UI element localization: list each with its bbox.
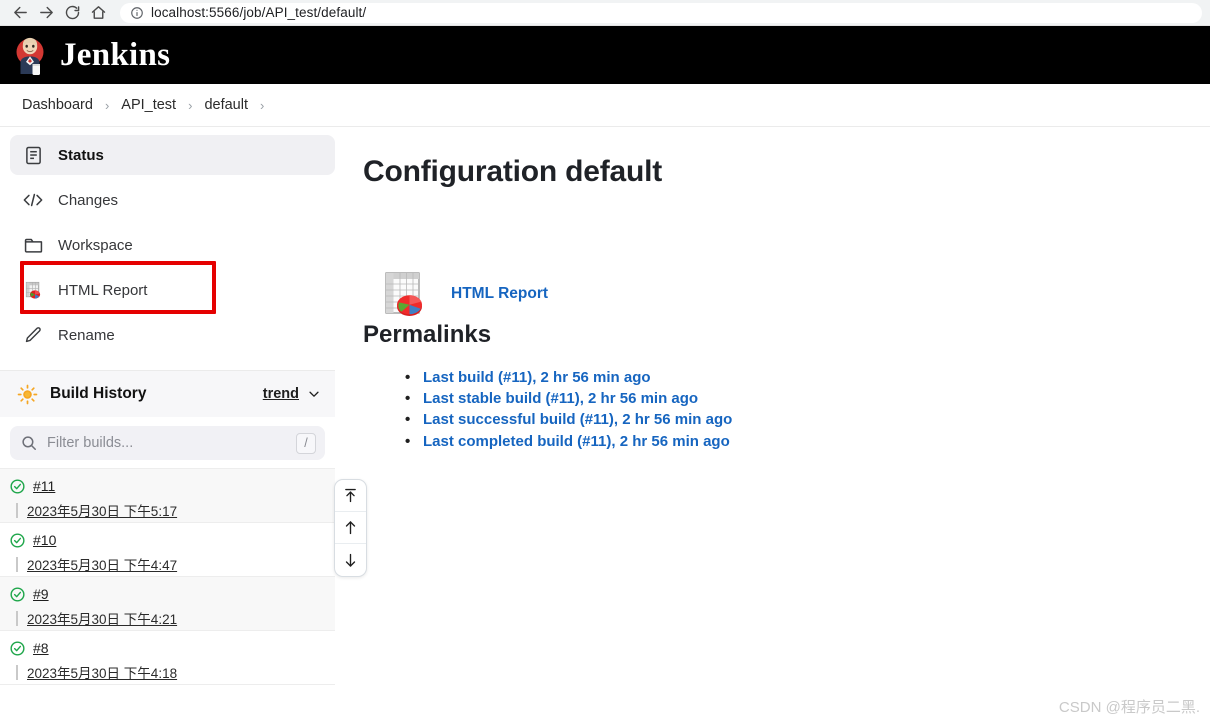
build-filter-wrap: Filter builds... / bbox=[0, 417, 335, 468]
sidebar-task-list: Status Changes Workspace HTML Report Ren… bbox=[0, 127, 335, 364]
build-date-link[interactable]: 2023年5月30日 下午5:17 bbox=[27, 500, 177, 520]
build-number-link[interactable]: #8 bbox=[33, 640, 49, 656]
forward-icon[interactable] bbox=[34, 2, 58, 24]
permalinks-heading: Permalinks bbox=[363, 321, 492, 348]
permalink-link[interactable]: Last completed build (#11), 2 hr 56 min … bbox=[423, 433, 730, 450]
build-date-link[interactable]: 2023年5月30日 下午4:21 bbox=[27, 608, 177, 628]
sidebar-item-workspace[interactable]: Workspace bbox=[10, 225, 335, 265]
build-row[interactable]: #8 2023年5月30日 下午4:18 bbox=[0, 631, 335, 685]
build-tick bbox=[16, 610, 18, 626]
build-tick bbox=[16, 502, 18, 518]
build-number-link[interactable]: #10 bbox=[33, 532, 56, 548]
sidebar: Status Changes Workspace HTML Report Ren… bbox=[0, 127, 367, 726]
html-report-block: HTML Report bbox=[383, 271, 1210, 317]
sidebar-item-label: HTML Report bbox=[58, 281, 148, 299]
breadcrumb-separator-icon: › bbox=[104, 97, 110, 113]
permalink-link[interactable]: Last successful build (#11), 2 hr 56 min… bbox=[423, 411, 732, 428]
build-filter-placeholder: Filter builds... bbox=[47, 435, 134, 451]
build-row[interactable]: #10 2023年5月30日 下午4:47 bbox=[0, 523, 335, 577]
page-title: Configuration default bbox=[363, 155, 663, 188]
permalink-item[interactable]: Last successful build (#11), 2 hr 56 min… bbox=[405, 409, 1210, 430]
build-history-title: Build History bbox=[50, 385, 147, 402]
sidebar-item-changes[interactable]: Changes bbox=[10, 180, 335, 220]
jenkins-logo-icon[interactable] bbox=[12, 35, 48, 75]
build-date-link[interactable]: 2023年5月30日 下午4:47 bbox=[27, 554, 177, 574]
permalink-item[interactable]: Last stable build (#11), 2 hr 56 min ago bbox=[405, 388, 1210, 409]
scroll-up-button[interactable] bbox=[335, 512, 366, 544]
permalink-item[interactable]: Last build (#11), 2 hr 56 min ago bbox=[405, 367, 1210, 388]
sidebar-item-label: Changes bbox=[58, 191, 119, 209]
sidebar-item-html-report[interactable]: HTML Report bbox=[10, 270, 335, 310]
status-success-icon bbox=[10, 478, 25, 494]
build-number-link[interactable]: #9 bbox=[33, 586, 49, 602]
folder-icon bbox=[22, 234, 44, 256]
build-number-link[interactable]: #11 bbox=[33, 478, 55, 494]
scroll-down-button[interactable] bbox=[335, 544, 366, 576]
build-row[interactable]: #9 2023年5月30日 下午4:21 bbox=[0, 577, 335, 631]
code-icon bbox=[22, 189, 44, 211]
build-filter-input[interactable]: Filter builds... / bbox=[10, 426, 325, 460]
browser-toolbar: localhost:5566/job/API_test/default/ bbox=[0, 0, 1210, 26]
search-icon bbox=[21, 435, 37, 451]
back-icon[interactable] bbox=[8, 2, 32, 24]
url-bar[interactable]: localhost:5566/job/API_test/default/ bbox=[120, 2, 1202, 23]
sidebar-item-label: Rename bbox=[58, 326, 115, 344]
scroll-to-top-button[interactable] bbox=[335, 480, 366, 512]
chevron-down-icon bbox=[307, 387, 321, 401]
permalinks-list: Last build (#11), 2 hr 56 min ago Last s… bbox=[363, 367, 1210, 452]
build-history-trend-button[interactable]: trend bbox=[263, 386, 321, 402]
url-text: localhost:5566/job/API_test/default/ bbox=[151, 5, 367, 20]
home-icon[interactable] bbox=[86, 2, 110, 24]
breadcrumb-item-default[interactable]: default bbox=[196, 95, 256, 115]
sun-icon bbox=[16, 383, 38, 405]
html-report-icon bbox=[22, 279, 44, 301]
page-body: Status Changes Workspace HTML Report Ren… bbox=[0, 127, 1210, 726]
sidebar-item-rename[interactable]: Rename bbox=[10, 315, 335, 355]
sidebar-item-label: Workspace bbox=[58, 236, 133, 254]
status-success-icon bbox=[10, 532, 25, 548]
app-header: Jenkins bbox=[0, 26, 1210, 84]
pencil-icon bbox=[22, 324, 44, 346]
breadcrumb-separator-icon: › bbox=[188, 97, 193, 113]
watermark: CSDN @程序员二黑. bbox=[1058, 699, 1200, 716]
filter-shortcut-badge: / bbox=[296, 432, 316, 454]
status-success-icon bbox=[10, 586, 25, 602]
build-row[interactable]: #11 2023年5月30日 下午5:17 bbox=[0, 469, 335, 523]
build-list: #11 2023年5月30日 下午5:17 #10 2023年5月30日 下午4… bbox=[0, 468, 335, 685]
build-tick bbox=[16, 664, 18, 680]
scroll-controls bbox=[334, 479, 367, 577]
status-success-icon bbox=[10, 640, 25, 656]
sidebar-item-status[interactable]: Status bbox=[10, 135, 335, 175]
breadcrumb-item-dashboard[interactable]: Dashboard bbox=[14, 95, 101, 115]
breadcrumb-item-api-test[interactable]: API_test bbox=[113, 95, 184, 115]
breadcrumb-separator-icon[interactable]: › bbox=[258, 98, 266, 113]
sidebar-item-label: Status bbox=[58, 146, 104, 164]
build-date-link[interactable]: 2023年5月30日 下午4:18 bbox=[27, 662, 177, 682]
reload-icon[interactable] bbox=[60, 2, 84, 24]
main-content: Configuration default HTML Report Permal… bbox=[335, 127, 1210, 726]
trend-label: trend bbox=[262, 386, 299, 402]
build-history-header: Build History trend bbox=[0, 371, 335, 417]
app-brand-title[interactable]: Jenkins bbox=[60, 37, 170, 74]
document-icon bbox=[22, 144, 44, 166]
build-tick bbox=[16, 556, 18, 572]
permalink-link[interactable]: Last build (#11), 2 hr 56 min ago bbox=[423, 369, 651, 386]
html-report-icon[interactable] bbox=[383, 271, 427, 317]
html-report-link[interactable]: HTML Report bbox=[451, 285, 548, 303]
site-info-icon[interactable] bbox=[130, 6, 144, 20]
permalink-item[interactable]: Last completed build (#11), 2 hr 56 min … bbox=[405, 431, 1210, 452]
permalink-link[interactable]: Last stable build (#11), 2 hr 56 min ago bbox=[423, 390, 698, 407]
breadcrumb: Dashboard › API_test › default › bbox=[0, 84, 1210, 127]
